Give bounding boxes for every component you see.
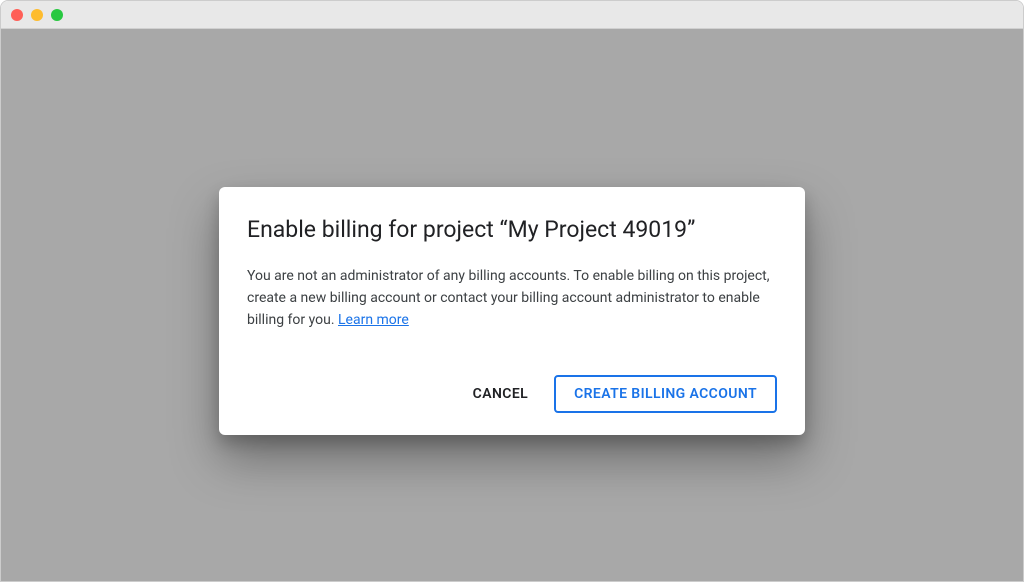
window-titlebar — [1, 1, 1023, 29]
dialog-actions: CANCEL CREATE BILLING ACCOUNT — [247, 375, 777, 413]
content-backdrop: Enable billing for project “My Project 4… — [1, 29, 1023, 581]
dialog-body-text: You are not an administrator of any bill… — [247, 268, 770, 327]
app-window: Enable billing for project “My Project 4… — [0, 0, 1024, 582]
learn-more-link[interactable]: Learn more — [338, 312, 409, 328]
create-billing-account-button[interactable]: CREATE BILLING ACCOUNT — [554, 375, 777, 413]
billing-dialog: Enable billing for project “My Project 4… — [219, 187, 805, 436]
cancel-button[interactable]: CANCEL — [469, 378, 532, 410]
close-icon[interactable] — [11, 9, 23, 21]
dialog-body: You are not an administrator of any bill… — [247, 266, 777, 331]
maximize-icon[interactable] — [51, 9, 63, 21]
minimize-icon[interactable] — [31, 9, 43, 21]
dialog-title: Enable billing for project “My Project 4… — [247, 215, 777, 245]
